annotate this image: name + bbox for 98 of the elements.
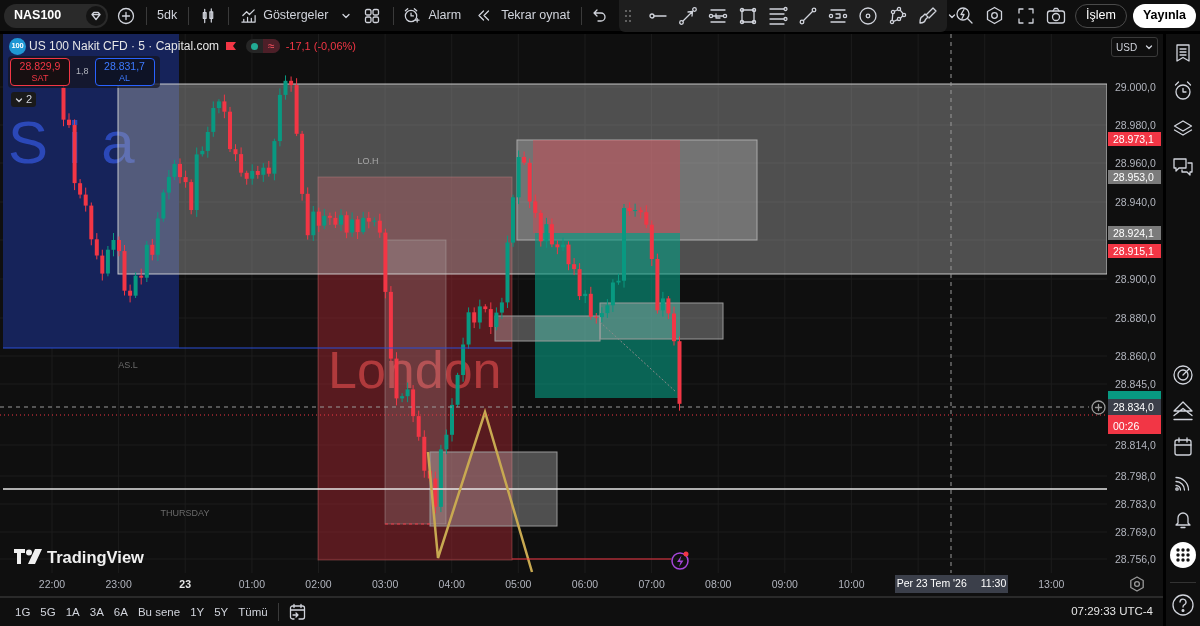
market-status-pill[interactable]: ≈ [246,39,280,53]
node-path-icon[interactable] [888,6,908,26]
apps-grid-icon[interactable] [1170,542,1196,568]
undo-icon[interactable] [591,8,607,23]
arrow-icon[interactable] [678,6,698,26]
layout-grid-icon[interactable] [364,7,381,24]
time-label: 23 [179,577,192,591]
time-label: 02:00 [305,577,332,591]
interval-button[interactable]: 5dk [157,9,178,22]
countdown-label: 00:26 [1108,415,1161,434]
range-button[interactable]: 1Y [185,603,210,621]
range-button[interactable]: Bu sene [132,603,186,621]
help-icon[interactable] [1170,592,1196,618]
time-label: 04:00 [438,577,465,591]
time-label: 07:00 [638,577,665,591]
lightning-search-icon[interactable] [955,6,975,25]
circle-target-icon[interactable] [858,6,878,26]
price-change: -17,1 (-0,06%) [285,38,356,54]
position-lines-icon[interactable] [828,6,848,26]
settings-icon[interactable] [1129,576,1145,592]
fullscreen-icon[interactable] [1017,6,1036,25]
flag-icon[interactable] [225,41,238,51]
replay-button[interactable]: Tekrar oynat [477,9,570,22]
symbol-search-button[interactable]: NAS100 [4,3,108,28]
range-button[interactable]: 1G [10,603,36,621]
range-button[interactable]: 5Y [209,603,234,621]
logo-text: TradingView [47,547,144,567]
price-tag: 28.973,1 [1108,132,1161,146]
time-label: 23:00 [105,577,132,591]
indicators-icon[interactable] [240,7,258,24]
drag-handle-icon[interactable] [624,9,632,23]
price-tag: 28.915,1 [1108,244,1161,258]
price-label: 28.880,0 [1115,311,1156,325]
price-label: 28.783,0 [1115,497,1156,511]
time-label: 08:00 [705,577,732,591]
plus-circle-icon[interactable] [117,6,135,25]
collapse-button[interactable]: 2 [11,92,37,107]
lightning-icon[interactable] [671,551,689,570]
currency-dropdown[interactable]: USD [1111,37,1158,57]
fibonacci-lines-icon[interactable] [768,6,788,26]
time-label: 03:00 [371,577,399,591]
clock-text: 07:29:33 UTC-4 [1071,604,1153,620]
day-label: THURSDAY [160,508,210,518]
chart-title: US 100 Nakit CFD · 5 · Capital.com [29,38,220,55]
camera-icon[interactable] [1046,6,1067,25]
price-label: 28.814,0 [1115,438,1156,452]
time-label: 22:00 [38,577,66,591]
price-label: 28.769,0 [1115,525,1156,539]
range-button[interactable]: 3A [84,603,109,621]
price-label: 28.756,0 [1115,552,1156,566]
alarm-clock-icon[interactable] [403,7,421,24]
time-label: 05:00 [505,577,532,591]
time-label: 06:00 [571,577,599,591]
price-label: 28.980,0 [1115,118,1156,132]
range-button[interactable]: Tümü [233,603,273,621]
range-button[interactable]: 6A [108,603,133,621]
plus-circle-icon[interactable] [1091,400,1106,415]
target-icon[interactable] [1170,362,1196,388]
rectangle-icon[interactable] [738,6,758,26]
time-label: 13:00 [1038,577,1065,591]
sell-button[interactable]: 28.829,9 SAT [10,58,70,86]
status-dot-icon [251,42,259,50]
rewind-icon[interactable] [477,9,491,22]
price-label: 29.000,0 [1115,80,1156,94]
price-label: 28.860,0 [1115,349,1156,363]
date-text: Per 23 Tem '26 [896,576,967,592]
range-button[interactable]: 5G [35,603,61,621]
range-button[interactable]: 1A [60,603,85,621]
price-tag: 28.924,1 [1108,226,1161,240]
publish-button[interactable]: Yayınla [1132,3,1196,28]
logo-icon [14,549,42,565]
brush-icon[interactable] [918,6,938,26]
time-text: 11:30 [980,576,1007,592]
spread-value: 1,8 [76,65,89,79]
status-symbol: ≈ [263,39,280,53]
trend-line-icon[interactable] [798,6,818,26]
level-label: AS.L [118,360,138,370]
level-label: LO.H [357,156,379,166]
settings-icon[interactable] [985,6,1005,25]
price-tag: 28.953,0 [1108,170,1161,184]
buy-button[interactable]: 28.831,7 AL [94,58,155,86]
time-label: 01:00 [238,577,266,591]
parallel-lines-icon[interactable] [708,6,728,26]
chevron-down-icon[interactable] [948,12,956,20]
chevron-down-icon[interactable] [1145,43,1153,51]
price-label: 28.798,0 [1115,469,1156,483]
alert-button[interactable]: Alarm [403,7,462,24]
price-label: 28.940,0 [1115,195,1156,209]
indicators-button[interactable]: Göstergeler [240,7,329,24]
level-line [384,523,431,525]
price-label: 28.960,0 [1115,156,1156,170]
time-label: 09:00 [771,577,798,591]
price-label: 28.845,0 [1115,377,1156,391]
price-label: 28.900,0 [1115,272,1156,286]
calendar-go-icon[interactable] [287,603,306,621]
chevron-down-icon[interactable] [15,95,23,104]
crosshair-price-label: 28.834,0 [1108,399,1161,415]
time-label: 10:00 [838,577,865,591]
